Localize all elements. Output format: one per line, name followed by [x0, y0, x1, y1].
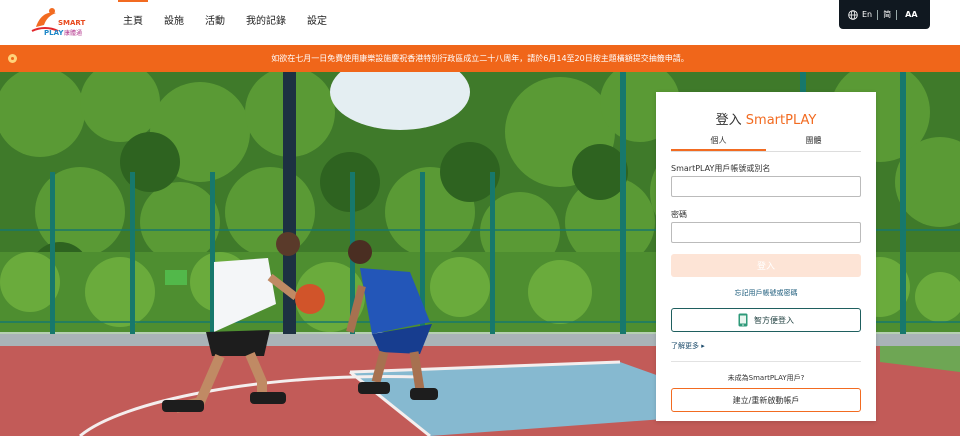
login-title-prefix: 登入 — [715, 113, 746, 128]
site-header: SMART PLAY 康體通 主頁 設施 活動 我的記錄 設定 En 简 AA — [0, 0, 960, 44]
iamsmart-icon — [738, 313, 748, 327]
utility-bar: En 简 AA — [839, 0, 930, 29]
tab-individual[interactable]: 個人 — [671, 135, 766, 151]
main-nav: 主頁 設施 活動 我的記錄 設定 — [114, 0, 339, 44]
smartplay-logo-mark: SMART PLAY 康體通 — [31, 8, 86, 37]
util-separator — [877, 9, 879, 20]
util-separator — [896, 9, 898, 20]
nav-item-settings[interactable]: 設定 — [298, 0, 336, 44]
globe-icon — [848, 9, 858, 20]
account-label: SmartPLAY用戶帳號或別名 — [671, 164, 771, 173]
language-sc-link[interactable]: 简 — [883, 9, 891, 20]
iamsmart-label: 智方便登入 — [754, 315, 794, 325]
announcement-text: 如欲在七月一日免費使用康樂設施慶祝香港特別行政區成立二十八周年，請於6月14至2… — [271, 54, 689, 63]
login-tabs: 個人 團體 — [671, 135, 861, 152]
login-title-brand: SmartPLAY — [745, 113, 817, 128]
password-label: 密碼 — [671, 210, 687, 219]
forgot-account-link[interactable]: 忘記用戶帳號或密碼 — [656, 288, 876, 298]
learn-more-link[interactable]: 了解更多 ▸ — [671, 341, 705, 351]
create-account-button[interactable]: 建立/重新啟動帳戶 — [671, 388, 861, 412]
account-input[interactable] — [671, 176, 861, 197]
logo-text-play: PLAY — [44, 29, 64, 37]
nav-item-activities[interactable]: 活動 — [196, 0, 234, 44]
iamsmart-login-button[interactable]: 智方便登入 — [671, 308, 861, 332]
login-title: 登入 SmartPLAY — [656, 109, 876, 128]
logo-text-chinese: 康體通 — [64, 29, 82, 37]
info-icon — [8, 54, 17, 63]
nav-item-my-records[interactable]: 我的記錄 — [237, 0, 295, 44]
font-size-toggle[interactable]: AA — [905, 10, 917, 19]
tab-organisation[interactable]: 團體 — [766, 135, 861, 151]
nav-item-facilities[interactable]: 設施 — [155, 0, 193, 44]
password-input[interactable] — [671, 222, 861, 243]
login-button[interactable]: 登入 — [671, 254, 861, 277]
smartplay-logo[interactable]: SMART PLAY 康體通 — [30, 5, 94, 39]
language-en-link[interactable]: En — [862, 10, 872, 19]
divider — [671, 361, 861, 362]
login-card: 登入 SmartPLAY 個人 團體 SmartPLAY用戶帳號或別名 密碼 登… — [656, 92, 876, 421]
announcement-banner[interactable]: 如欲在七月一日免費使用康樂設施慶祝香港特別行政區成立二十八周年，請於6月14至2… — [0, 45, 960, 72]
not-user-text: 未成為SmartPLAY用戶? — [727, 374, 805, 382]
nav-item-home[interactable]: 主頁 — [114, 0, 152, 44]
logo-text-smart: SMART — [58, 19, 86, 27]
